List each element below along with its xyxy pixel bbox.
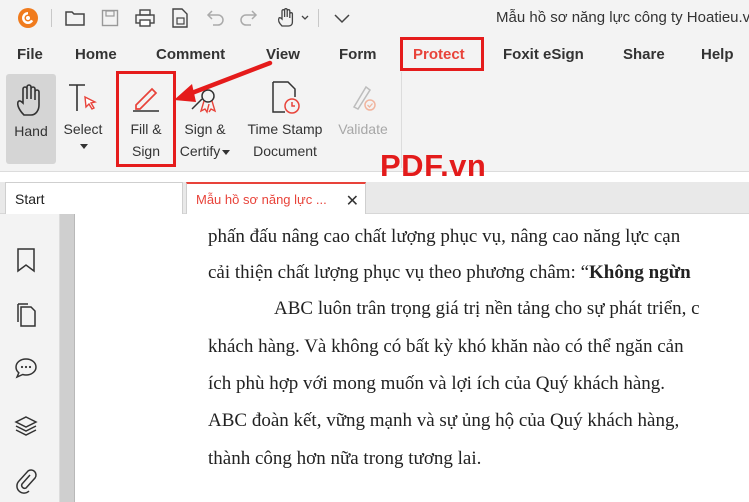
document-line-2: cải thiện chất lượng phục vụ theo phương… [208,262,691,283]
tab-document[interactable]: Mẫu hồ sơ năng lực ... ✕ [186,182,366,214]
quick-access-toolbar: Mẫu hồ sơ năng lực công ty Hoatieu.vn [0,0,749,36]
sign-certify-label-2: Certify [180,140,231,162]
tab-share[interactable]: Share [623,46,665,63]
document-line-4: khách hàng. Và không có bất kỳ khó khăn … [208,336,684,357]
tab-start[interactable]: Start [5,182,183,214]
watermark-text: PDF.vn [380,148,487,183]
validate-pen-icon [343,78,383,118]
window-title: Mẫu hồ sơ năng lực công ty Hoatieu.vn [496,9,749,26]
create-document-icon[interactable] [169,7,191,29]
menu-bar: File Home Comment View Form Protect Foxi… [0,36,749,72]
comment-icon[interactable] [13,355,39,381]
tab-help[interactable]: Help [701,46,734,63]
redo-icon[interactable] [238,7,260,29]
select-button[interactable]: Select [60,72,106,166]
select-label: Select [63,121,103,137]
tab-home[interactable]: Home [75,46,117,63]
hand-tool-dropdown-icon[interactable] [276,7,310,29]
navigation-panel [0,214,60,502]
sign-certify-label-1: Sign & [184,121,226,137]
validate-label: Validate [338,121,388,137]
hand-icon [11,80,51,120]
select-text-icon [63,78,103,118]
pdf-page[interactable]: phấn đấu nâng cao chất lượng phục vụ, nâ… [74,214,749,502]
attachment-icon[interactable] [13,468,39,494]
tab-foxit-esign[interactable]: Foxit eSign [503,46,584,63]
document-line-5: ích phù hợp với mong muốn và lợi ích của… [208,373,666,394]
fill-sign-highlight-box [116,71,176,167]
print-icon[interactable] [134,7,156,29]
sign-certify-dropdown-caret[interactable] [222,149,231,155]
document-line-6: ABC đoàn kết, vững mạnh và sự ủng hộ của… [208,410,680,431]
document-line-3: ABC luôn trân trọng giá trị nền tảng cho… [274,298,700,319]
time-stamp-label-1: Time Stamp [247,121,323,137]
undo-icon[interactable] [204,7,226,29]
hand-button[interactable]: Hand [6,74,56,164]
tab-document-label: Mẫu hồ sơ năng lực ... [196,191,327,207]
open-folder-icon[interactable] [64,7,86,29]
protect-highlight-box [400,37,484,71]
tab-form[interactable]: Form [339,46,377,63]
layers-icon[interactable] [13,413,39,439]
ribbon-toolbar: Hand Select Fill & Sign Sign & Certify T… [0,72,749,172]
close-tab-icon[interactable]: ✕ [346,191,359,211]
toolbar-separator [318,9,319,27]
document-tab-bar: Start Mẫu hồ sơ năng lực ... ✕ [0,182,749,214]
bookmark-icon[interactable] [13,247,39,273]
time-stamp-label-2: Document [253,143,317,159]
tab-file[interactable]: File [17,46,43,63]
foxit-logo-icon [17,7,39,29]
pages-icon[interactable] [13,302,39,328]
toolbar-separator [51,9,52,27]
customize-chevron-icon[interactable] [331,7,353,29]
select-dropdown-caret[interactable] [80,144,88,149]
document-line-7: thành công hơn nữa trong tương lai. [208,448,482,469]
hand-label: Hand [14,123,48,139]
document-viewport[interactable]: phấn đấu nâng cao chất lượng phục vụ, nâ… [60,214,749,502]
document-line-1: phấn đấu nâng cao chất lượng phục vụ, nâ… [208,226,681,247]
red-arrow-annotation [174,60,273,102]
save-icon[interactable] [99,7,121,29]
tab-start-label: Start [15,190,45,207]
